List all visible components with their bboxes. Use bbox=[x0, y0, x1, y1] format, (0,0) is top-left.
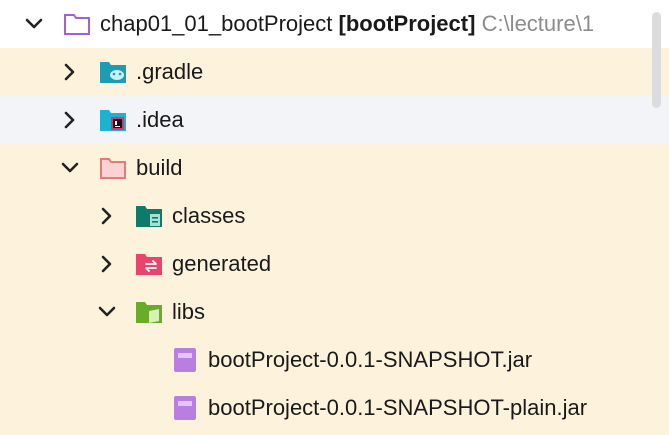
chevron-down-icon[interactable] bbox=[24, 14, 44, 34]
tree-row-libs[interactable]: libs bbox=[0, 288, 669, 336]
jar-file-icon bbox=[172, 395, 200, 421]
intellij-folder-icon bbox=[99, 107, 127, 133]
tree-row-idea[interactable]: .idea bbox=[0, 96, 669, 144]
idea-folder-label: .idea bbox=[136, 107, 184, 132]
project-tree: chap01_01_bootProject [bootProject] C:\l… bbox=[0, 0, 669, 435]
libs-folder-label: libs bbox=[172, 299, 206, 324]
chevron-down-icon[interactable] bbox=[60, 158, 80, 178]
vertical-scrollbar[interactable] bbox=[643, 0, 669, 435]
scrollbar-thumb[interactable] bbox=[652, 12, 661, 108]
project-path: C:\lecture\1 bbox=[481, 11, 595, 36]
generated-folder-icon bbox=[135, 251, 163, 277]
gradle-folder-icon bbox=[99, 59, 127, 85]
tree-row-project-root[interactable]: chap01_01_bootProject [bootProject] C:\l… bbox=[0, 0, 669, 48]
tree-row-classes[interactable]: classes bbox=[0, 192, 669, 240]
classes-folder-label: classes bbox=[172, 203, 246, 228]
chevron-right-icon[interactable] bbox=[60, 62, 80, 82]
gradle-folder-label: .gradle bbox=[136, 59, 204, 84]
tree-row-build[interactable]: build bbox=[0, 144, 669, 192]
tree-row-gradle[interactable]: .gradle bbox=[0, 48, 669, 96]
classes-folder-icon bbox=[135, 203, 163, 229]
tree-row-jar-snapshot[interactable]: bootProject-0.0.1-SNAPSHOT.jar bbox=[0, 336, 669, 384]
tree-row-generated[interactable]: generated bbox=[0, 240, 669, 288]
tree-row-jar-plain[interactable]: bootProject-0.0.1-SNAPSHOT-plain.jar bbox=[0, 384, 669, 435]
chevron-right-icon[interactable] bbox=[97, 206, 117, 226]
jar-file-icon bbox=[172, 347, 200, 373]
module-badge: [bootProject] bbox=[338, 11, 476, 36]
jar-snapshot-label: bootProject-0.0.1-SNAPSHOT.jar bbox=[208, 347, 533, 372]
build-folder-label: build bbox=[136, 155, 183, 180]
project-name-label: chap01_01_bootProject [bootProject] C:\l… bbox=[100, 0, 594, 48]
build-folder-icon bbox=[99, 155, 127, 181]
libs-folder-icon bbox=[135, 299, 163, 325]
chevron-down-icon[interactable] bbox=[97, 302, 117, 322]
chevron-right-icon[interactable] bbox=[60, 110, 80, 130]
jar-plain-label: bootProject-0.0.1-SNAPSHOT-plain.jar bbox=[208, 395, 588, 420]
project-name: chap01_01_bootProject bbox=[100, 11, 333, 36]
chevron-right-icon[interactable] bbox=[97, 254, 117, 274]
generated-folder-label: generated bbox=[172, 251, 272, 276]
folder-outline-icon bbox=[63, 11, 91, 37]
